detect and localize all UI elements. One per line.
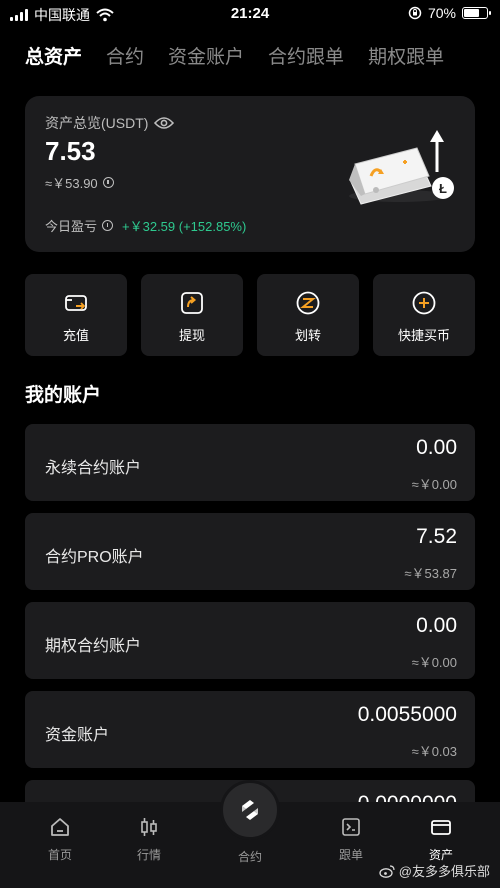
asset-summary-card: 资产总览(USDT) 7.53 ≈￥53.90 今日盈亏 +￥32.59 (+1… <box>25 96 475 252</box>
tab-funding-account[interactable]: 资金账户 <box>168 42 244 69</box>
candlestick-icon <box>141 818 157 836</box>
my-accounts-title: 我的账户 <box>25 385 102 406</box>
nav-label: 行情 <box>136 848 161 862</box>
battery-percent: 70% <box>427 5 456 21</box>
status-right: 70% <box>408 5 491 21</box>
asset-overview-label: 资产总览(USDT) <box>45 115 149 131</box>
nav-contract-label: 合约 <box>237 850 262 864</box>
orientation-lock-icon <box>408 6 422 20</box>
quick-actions: 充值 提现 划转 快捷买币 <box>25 274 475 356</box>
account-name: 资金账户 <box>45 727 110 744</box>
transfer-button[interactable]: 划转 <box>257 274 359 356</box>
bottom-nav: 首页 行情 合约 跟单 资产 @友多多俱乐部 <box>0 780 500 888</box>
account-row-perpetual[interactable]: 永续合约账户 0.00 ≈￥0.00 <box>25 424 475 501</box>
total-asset-cny-row: ≈￥53.90 <box>45 173 114 192</box>
account-cny: ≈￥0.00 <box>411 477 457 492</box>
total-asset-cny: ≈￥53.90 <box>45 176 98 191</box>
withdraw-icon <box>181 292 203 314</box>
home-icon <box>51 818 69 836</box>
quick-buy-icon <box>412 291 436 315</box>
account-value: 7.52 <box>416 525 457 548</box>
watermark: @友多多俱乐部 <box>379 861 490 880</box>
account-value: 0.00 <box>416 436 457 459</box>
withdraw-label: 提现 <box>178 328 205 343</box>
transfer-icon <box>296 291 320 315</box>
svg-text:Ł: Ł <box>439 181 447 196</box>
copy-trade-icon <box>342 818 360 836</box>
today-pnl-label: 今日盈亏 <box>45 219 98 234</box>
nav-contract[interactable] <box>220 780 280 840</box>
weibo-icon <box>379 864 395 878</box>
nav-label: 跟单 <box>338 848 363 862</box>
contract-logo-icon <box>242 800 258 820</box>
status-bar: 中国联通 21:24 70% <box>0 0 500 28</box>
transfer-label: 划转 <box>294 328 321 343</box>
account-cny: ≈￥53.87 <box>404 566 457 581</box>
withdraw-button[interactable]: 提现 <box>141 274 243 356</box>
tab-contract-copy-trade[interactable]: 合约跟单 <box>268 42 344 69</box>
account-cny: ≈￥0.03 <box>411 744 457 759</box>
account-cny: ≈￥0.00 <box>411 655 457 670</box>
deposit-label: 充值 <box>62 328 89 343</box>
account-name: 永续合约账户 <box>45 460 142 477</box>
eye-icon[interactable] <box>154 116 175 130</box>
account-row-options[interactable]: 期权合约账户 0.00 ≈￥0.00 <box>25 602 475 679</box>
nav-home[interactable]: 首页 <box>25 816 95 863</box>
account-value: 0.0055000 <box>357 703 457 726</box>
nav-label: 首页 <box>47 848 72 862</box>
wallet-illustration: Ł <box>349 130 454 205</box>
battery-icon <box>462 7 491 19</box>
quick-buy-label: 快捷买币 <box>397 328 450 343</box>
today-pnl-row: 今日盈亏 +￥32.59 (+152.85%) <box>45 216 246 235</box>
total-asset-value: 7.53 <box>45 136 96 166</box>
info-icon[interactable] <box>102 177 114 188</box>
account-name: 合约PRO账户 <box>45 549 144 566</box>
quick-buy-button[interactable]: 快捷买币 <box>373 274 475 356</box>
nav-market[interactable]: 行情 <box>114 816 184 863</box>
account-row-funding[interactable]: 资金账户 0.0055000 ≈￥0.03 <box>25 691 475 768</box>
nav-copy-trade[interactable]: 跟单 <box>316 816 386 863</box>
asset-tabs: 总资产 合约 资金账户 合约跟单 期权跟单 <box>25 40 500 70</box>
tab-contract[interactable]: 合约 <box>106 42 144 69</box>
watermark-text: @友多多俱乐部 <box>398 864 490 879</box>
today-pnl-value: +￥32.59 (+152.85%) <box>122 219 247 234</box>
account-row-contract-pro[interactable]: 合约PRO账户 7.52 ≈￥53.87 <box>25 513 475 590</box>
tab-options-copy-trade[interactable]: 期权跟单 <box>368 42 444 69</box>
deposit-icon <box>65 295 87 311</box>
wallet-icon <box>431 820 451 835</box>
tab-total-assets[interactable]: 总资产 <box>25 42 82 69</box>
nav-assets[interactable]: 资产 <box>406 816 476 863</box>
deposit-button[interactable]: 充值 <box>25 274 127 356</box>
asset-overview-label-row: 资产总览(USDT) <box>45 113 175 133</box>
account-value: 0.00 <box>416 614 457 637</box>
pnl-info-icon[interactable] <box>102 220 114 231</box>
account-name: 期权合约账户 <box>45 638 142 655</box>
